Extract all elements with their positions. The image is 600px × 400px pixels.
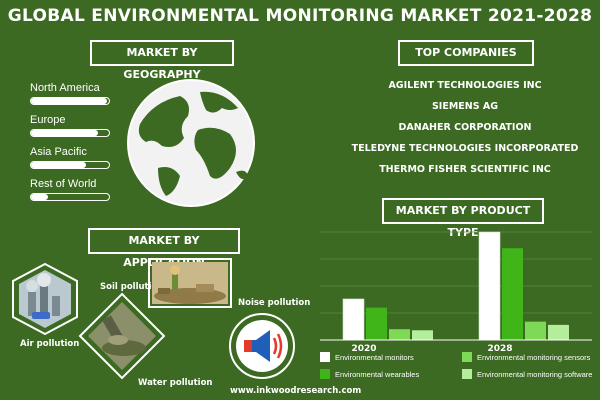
legend-swatch [320, 369, 330, 379]
legend-label: Environmental monitoring software [477, 369, 593, 379]
geo-label: Asia Pacific [30, 146, 87, 158]
geo-bar-fill [31, 162, 86, 168]
chart-bar [342, 298, 365, 341]
chart-bar [366, 307, 387, 340]
company-item: AGILENT TECHNOLOGIES INC [388, 80, 542, 91]
legend-swatch [320, 352, 330, 362]
company-item: THERMO FISHER SCIENTIFIC INC [379, 164, 551, 175]
globe-icon [127, 79, 255, 207]
geo-item-asia-pacific: Asia Pacific [30, 146, 110, 169]
company-item: SIEMENS AG [431, 101, 499, 112]
geo-label: North America [30, 82, 100, 94]
chart-bar [389, 329, 410, 340]
water-pollution-icon [78, 292, 166, 380]
application-section-label: MARKET BY APPLICATION [88, 228, 240, 269]
legend-swatch [462, 352, 472, 362]
application-label-water: Water pollution [138, 378, 213, 388]
air-pollution-icon [12, 262, 78, 336]
legend-label: Environmental wearables [335, 369, 420, 379]
geo-item-north-america: North America [30, 82, 110, 105]
geo-bar [30, 193, 110, 201]
chart-bar [478, 231, 501, 341]
product-type-chart: 2020 2028 [320, 231, 592, 354]
noise-pollution-icon [229, 313, 295, 379]
geo-item-rest-of-world: Rest of World [30, 178, 110, 201]
geo-label: Europe [30, 114, 66, 126]
legend-item-environmental-wearables: Environmental wearables [320, 369, 419, 379]
companies-section-label: TOP COMPANIES [398, 40, 534, 66]
product-type-section-label: MARKET BY PRODUCT TYPE [382, 198, 544, 239]
company-item: DANAHER CORPORATION [398, 122, 532, 133]
legend-swatch [462, 369, 472, 379]
application-label-noise: Noise pollution [238, 298, 311, 308]
geo-bar [30, 129, 110, 137]
geo-bar-fill [31, 194, 49, 200]
geo-bar [30, 97, 110, 105]
geography-section-label: MARKET BY GEOGRAPHY [90, 40, 234, 81]
application-label-air: Air pollution [20, 339, 80, 349]
geo-label: Rest of World [30, 178, 97, 190]
legend-item-environmental-monitoring-sensors: Environmental monitoring sensors [462, 352, 590, 362]
chart-bar [548, 324, 569, 340]
legend-label: Environmental monitoring sensors [477, 352, 591, 362]
legend-item-environmental-monitoring-software: Environmental monitoring software [462, 369, 592, 379]
page-title: GLOBAL ENVIRONMENTAL MONITORING MARKET 2… [7, 6, 593, 26]
legend-label: Environmental monitors [335, 352, 414, 362]
chart-bar [525, 321, 546, 340]
geo-item-europe: Europe [30, 114, 110, 137]
website-link[interactable]: www.inkwoodresearch.com [230, 386, 361, 396]
legend-item-environmental-monitors: Environmental monitors [320, 352, 414, 362]
chart-bar [502, 248, 523, 340]
company-item: TELEDYNE TECHNOLOGIES INCORPORATED [351, 143, 579, 154]
chart-bar [412, 330, 433, 340]
geo-bar [30, 161, 110, 169]
geo-bar-fill [31, 98, 108, 104]
geo-bar-fill [31, 130, 99, 136]
